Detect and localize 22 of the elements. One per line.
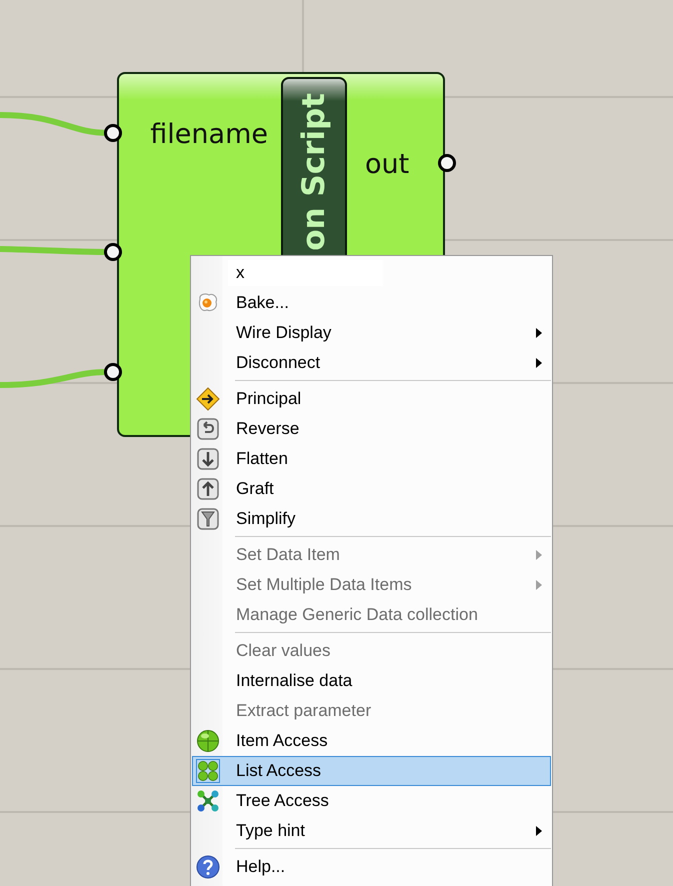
output-port[interactable]	[438, 154, 456, 172]
menu-item[interactable]: Item Access	[192, 726, 551, 756]
connected-dots-icon	[196, 789, 220, 813]
menu-item[interactable]: Internalise data	[192, 666, 551, 696]
menu-item[interactable]: Help...	[192, 852, 551, 882]
sphere-icon	[196, 729, 220, 753]
component-title: on Script	[295, 93, 333, 251]
four-balls-icon	[196, 759, 220, 783]
menu-item[interactable]: Flatten	[192, 444, 551, 474]
diamond-arrow-icon	[196, 387, 220, 411]
menu-item[interactable]: Simplify	[192, 504, 551, 534]
menu-item[interactable]: List Access	[192, 756, 551, 786]
input-port[interactable]	[104, 243, 122, 261]
help-icon	[196, 855, 220, 879]
menu-item[interactable]: Graft	[192, 474, 551, 504]
input-port[interactable]	[104, 124, 122, 142]
input-port[interactable]	[104, 363, 122, 381]
input-label: filename	[150, 118, 268, 152]
output-label: out	[365, 148, 410, 182]
funnel-icon	[196, 507, 220, 531]
menu-item[interactable]: Tree Access	[192, 786, 551, 816]
menu-item[interactable]: Type hint	[192, 816, 551, 846]
